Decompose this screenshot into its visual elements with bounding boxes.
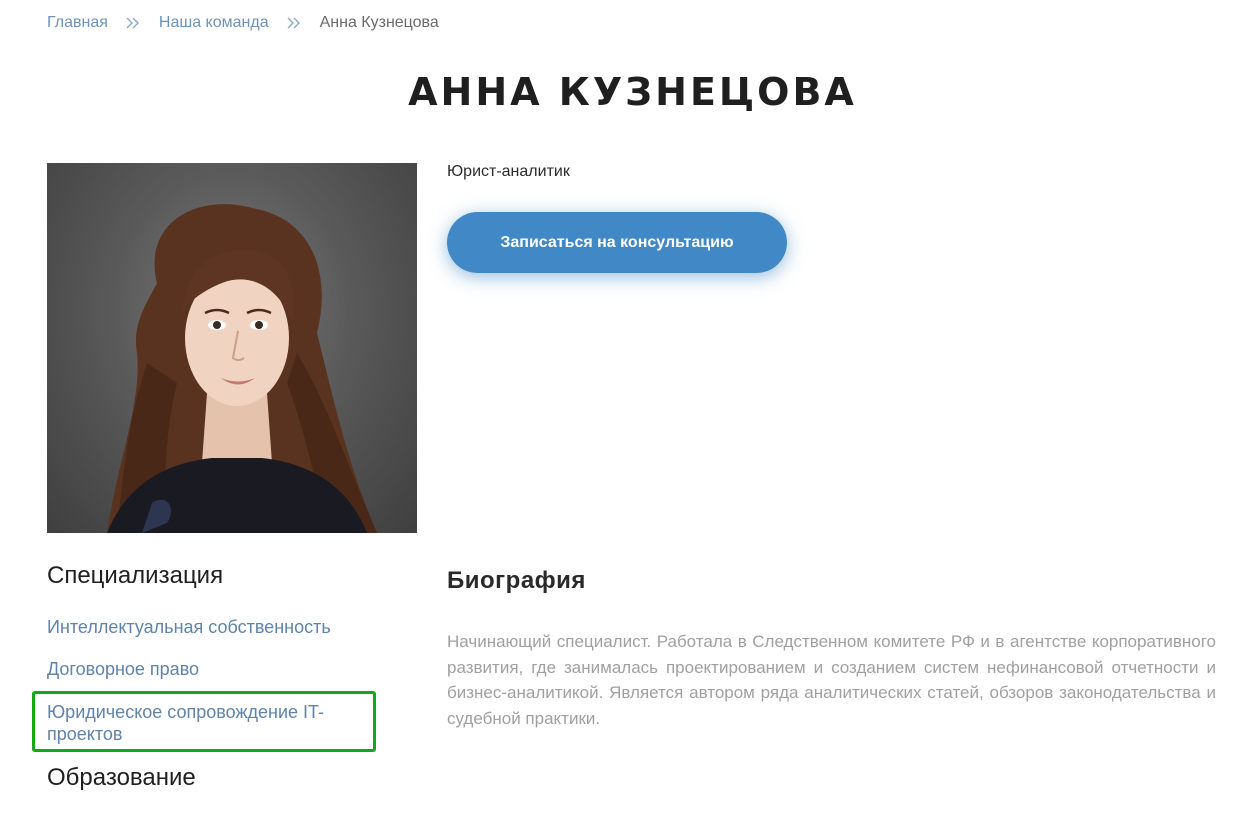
breadcrumb-current: Анна Кузнецова — [319, 14, 439, 31]
team-member-page: Главная Наша команда Анна Кузнецова АННА… — [0, 0, 1260, 813]
profile-photo — [47, 163, 417, 533]
breadcrumb-team-link[interactable]: Наша команда — [159, 14, 269, 32]
education-heading: Образование — [47, 764, 196, 791]
specialization-item-contract-law[interactable]: Договорное право — [47, 658, 199, 680]
book-consultation-button[interactable]: Записаться на консультацию — [447, 212, 787, 273]
breadcrumb-home-link[interactable]: Главная — [47, 14, 108, 32]
double-chevron-right-icon — [269, 12, 320, 34]
biography-text: Начинающий специалист. Работала в Следст… — [447, 632, 1216, 728]
breadcrumb: Главная Наша команда Анна Кузнецова — [47, 12, 439, 34]
position-title: Юрист-аналитик — [447, 163, 570, 180]
specialization-item-it-projects[interactable]: Юридическое сопровождение IT-проектов — [47, 701, 377, 745]
page-title: АННА КУЗНЕЦОВА — [408, 70, 857, 114]
specialization-heading: Специализация — [47, 562, 224, 589]
biography-heading: Биография — [447, 567, 586, 594]
specialization-item-intellectual-property[interactable]: Интеллектуальная собственность — [47, 616, 331, 638]
double-chevron-right-icon — [108, 12, 159, 34]
